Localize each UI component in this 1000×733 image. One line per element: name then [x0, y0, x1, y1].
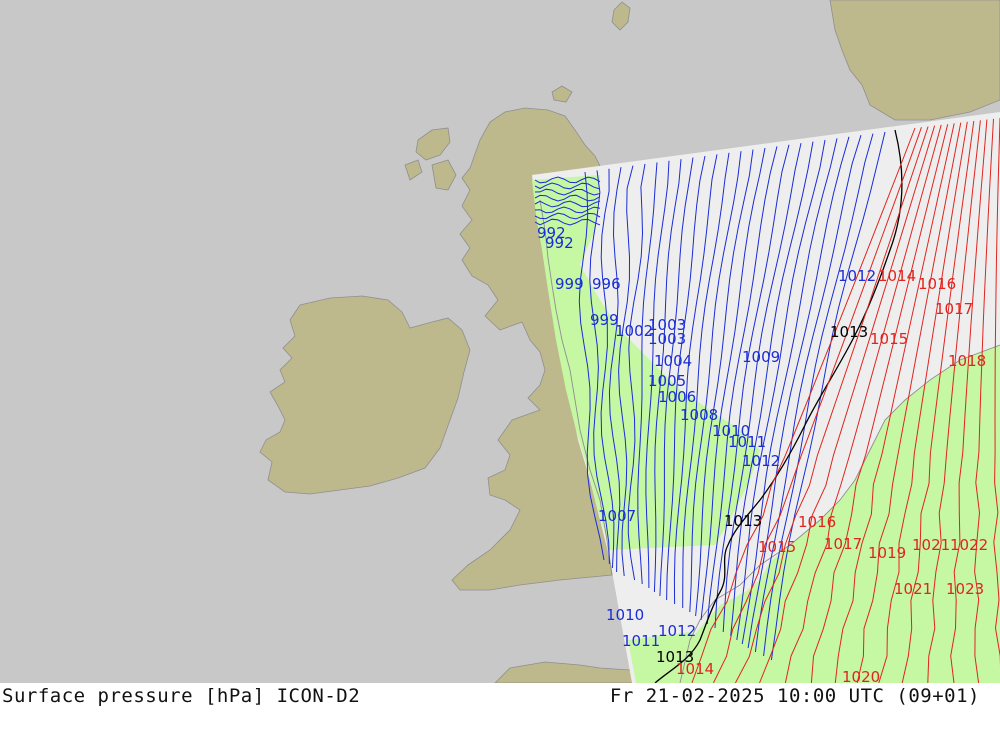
- weather-map: 992 992 996 999 999 1002 1003 1003 1004 …: [0, 0, 1000, 683]
- isobar-label: 999: [555, 275, 584, 293]
- isobar-label: 1017: [935, 300, 973, 318]
- isobar-label: 1016: [918, 275, 956, 293]
- isobar-label: 1006: [658, 388, 696, 406]
- isobar-label: 1023: [946, 580, 984, 598]
- isobar-label: 992: [545, 234, 574, 252]
- footer-bar: Surface pressure [hPa] ICON-D2 Fr 21-02-…: [0, 683, 1000, 733]
- isobar-label: 1013: [830, 323, 868, 341]
- isobar-label: 1012: [742, 452, 780, 470]
- isobar-label: 1021: [894, 580, 932, 598]
- map-canvas: 992 992 996 999 999 1002 1003 1003 1004 …: [0, 0, 1000, 683]
- valid-time: Fr 21-02-2025 10:00 UTC (09+01): [609, 685, 980, 707]
- isobar-label: 1015: [758, 538, 796, 556]
- isobar-label: 1010: [606, 606, 644, 624]
- isobar-label: 1012: [658, 622, 696, 640]
- isobar-label: 1017: [824, 535, 862, 553]
- isobar-label: 1020: [842, 668, 880, 683]
- isobar-label: 1004: [654, 352, 692, 370]
- isobar-label: 1007: [598, 507, 636, 525]
- isobar-label: 1015: [870, 330, 908, 348]
- isobar-label: 1019: [868, 544, 906, 562]
- isobar-label: 1009: [742, 348, 780, 366]
- isobar-label: 996: [592, 275, 621, 293]
- isobar-label: 1014: [676, 660, 714, 678]
- map-title: Surface pressure [hPa] ICON-D2: [2, 685, 361, 707]
- isobar-label: 1021: [912, 536, 950, 554]
- isobar-label: 1003: [648, 330, 686, 348]
- isobar-label: 1012: [838, 267, 876, 285]
- isobar-label: 1011: [622, 632, 660, 650]
- isobar-label: 1022: [950, 536, 988, 554]
- isobar-label: 1013: [724, 512, 762, 530]
- isobar-label: 1014: [878, 267, 916, 285]
- isobar-label: 1011: [728, 433, 766, 451]
- isobar-label: 1016: [798, 513, 836, 531]
- isobar-label: 1018: [948, 352, 986, 370]
